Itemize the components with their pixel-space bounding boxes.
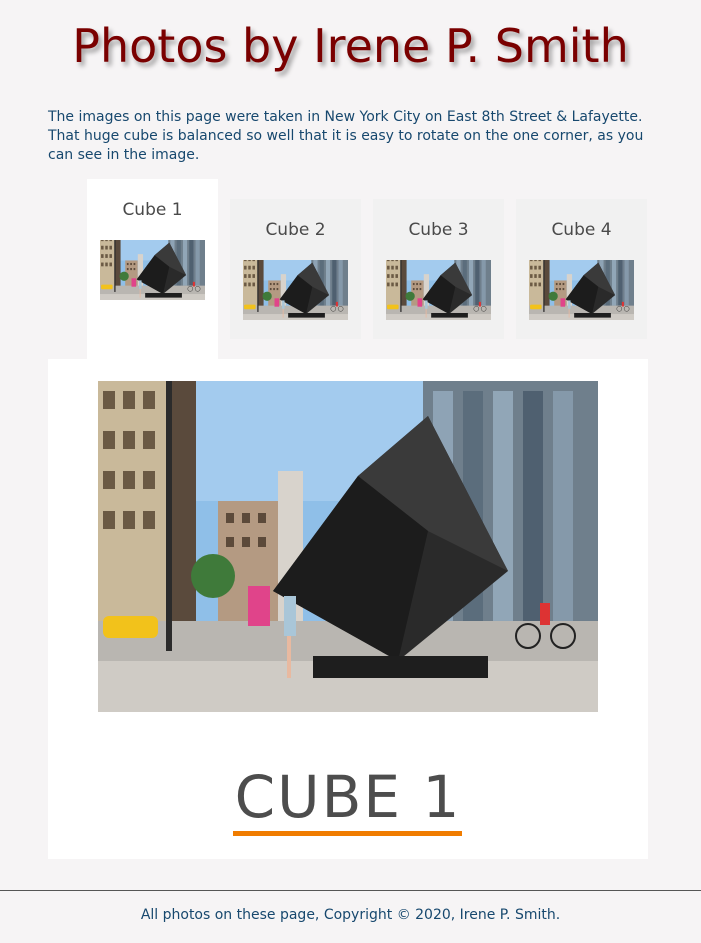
tab-cube-4[interactable]: Cube 4 bbox=[516, 199, 647, 339]
tab-cube-1-thumbnail bbox=[100, 240, 205, 300]
tab-cube-2-thumbnail bbox=[243, 260, 348, 320]
caption-underline bbox=[233, 831, 462, 836]
footer-copyright: All photos on these page, Copyright © 20… bbox=[140, 907, 561, 923]
tab-cube-3-label: Cube 3 bbox=[408, 220, 469, 240]
site-title: Photos by Irene P. Smith bbox=[72, 19, 629, 73]
intro-paragraph: The images on this page were taken in Ne… bbox=[48, 109, 644, 163]
photo-caption: CUBE 1 bbox=[234, 763, 462, 831]
tab-cube-3[interactable]: Cube 3 bbox=[373, 199, 504, 339]
tab-cube-1-label: Cube 1 bbox=[122, 200, 183, 220]
footer-divider bbox=[0, 890, 701, 891]
tab-cube-3-thumbnail bbox=[386, 260, 491, 320]
tab-cube-4-thumbnail bbox=[529, 260, 634, 320]
tab-cube-1[interactable]: Cube 1 bbox=[87, 179, 218, 360]
tab-cube-4-label: Cube 4 bbox=[551, 220, 612, 240]
tab-cube-2[interactable]: Cube 2 bbox=[230, 199, 361, 339]
main-photo bbox=[98, 381, 598, 712]
tab-cube-2-label: Cube 2 bbox=[265, 220, 326, 240]
tab-content-panel: CUBE 1 bbox=[48, 359, 648, 859]
